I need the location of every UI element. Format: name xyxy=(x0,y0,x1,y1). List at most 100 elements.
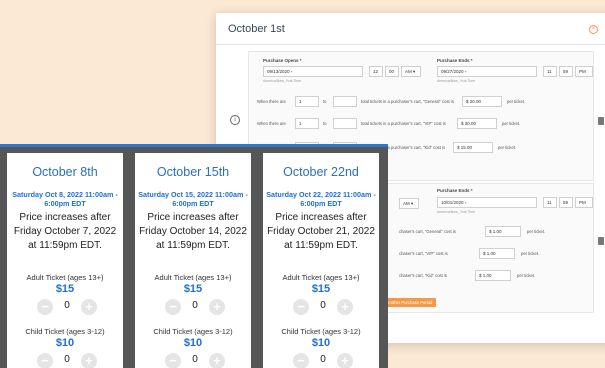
purchase-ends-date-input[interactable]: 09/27/2020 ▫ xyxy=(437,66,537,77)
adult-quantity-value: 0 xyxy=(320,300,326,311)
rule-to-word: to xyxy=(323,121,327,126)
adult-ticket-label: Adult Ticket (ages 13+) xyxy=(26,273,104,282)
price-increase-note: Price increases after Friday October 14,… xyxy=(139,212,247,251)
purchase-ends-ampm-select[interactable]: PM xyxy=(575,66,593,77)
price-increase-note: Price increases after Friday October 7, … xyxy=(13,212,117,251)
plus-icon[interactable]: + xyxy=(81,353,97,368)
plus-icon[interactable]: + xyxy=(337,353,353,368)
rule-suffix: per ticket. xyxy=(502,121,521,126)
event-card: October 22nd Saturday Oct 22, 2022 11:00… xyxy=(263,153,379,368)
purchase-ends-ampm-select[interactable]: PM xyxy=(575,197,593,208)
ampm-value: AM xyxy=(403,201,410,206)
plus-icon[interactable]: + xyxy=(209,353,225,368)
minus-icon[interactable]: − xyxy=(293,299,309,315)
rule-from-input[interactable]: 1 xyxy=(295,118,319,129)
event-date: Saturday Oct 15, 2022 11:00am - 6:00pm E… xyxy=(138,190,248,208)
purchase-ends-date-value: 10/01/2020 xyxy=(441,200,464,205)
purchase-ends-hour-input[interactable]: 11 xyxy=(543,66,557,77)
child-ticket-label: Child Ticket (ages 3-12) xyxy=(153,327,233,336)
rule-currency: $ xyxy=(479,273,482,278)
purchase-opens-minute-input[interactable]: 00 xyxy=(385,66,399,77)
plus-icon[interactable]: + xyxy=(209,299,225,315)
rule-price-value: 15.00 xyxy=(460,145,473,150)
price-rule-row: When there are 1 to total tickets in a p… xyxy=(257,118,587,129)
rule-suffix: per ticket. xyxy=(517,273,536,278)
timezone-note: America/New_York Time xyxy=(263,79,302,83)
rule-price-input[interactable]: $ 20.00 xyxy=(462,96,502,107)
purchase-opens-ampm-select[interactable]: AM ▾ xyxy=(401,66,421,77)
ampm-value: AM xyxy=(405,69,412,74)
purchase-opens-label: Purchase Opens * xyxy=(263,58,302,63)
child-quantity-value: 0 xyxy=(64,354,70,365)
event-date: Saturday Oct 8, 2022 11:00am - 6:00pm ED… xyxy=(12,190,118,208)
rule-description: total tickets in a purchaser's cart, "VI… xyxy=(361,121,446,126)
plus-icon[interactable]: + xyxy=(337,299,353,315)
child-ticket-price: $10 xyxy=(183,337,203,349)
minus-icon[interactable]: − xyxy=(37,353,53,368)
event-title: October 22nd xyxy=(283,165,359,179)
rule-description: total tickets in a purchaser's cart, "Ge… xyxy=(361,99,454,104)
calendar-icon: ▫ xyxy=(464,200,467,205)
purchase-opens-date-input[interactable]: 09/13/2020 ▫ xyxy=(263,66,363,77)
ampm-value: PM xyxy=(579,200,586,205)
purchase-opens-date-value: 09/13/2020 xyxy=(267,69,290,74)
plus-icon[interactable]: + xyxy=(81,299,97,315)
purchase-opens-hour-input[interactable]: 12 xyxy=(369,66,383,77)
ampm-value: PM xyxy=(579,69,586,74)
rule-currency: $ xyxy=(466,99,469,104)
admin-header: October 1st × xyxy=(216,13,605,45)
purchase-ends-date-input[interactable]: 10/01/2020 ▫ xyxy=(437,197,537,208)
rule-suffix: per ticket. xyxy=(521,251,540,256)
rule-to-input[interactable] xyxy=(333,96,357,107)
rule-price-input[interactable]: $ 30.00 xyxy=(457,118,497,129)
rule-description: chaser's cart, "VIP" cost is xyxy=(399,251,448,256)
rule-price-input[interactable]: $ 1.00 xyxy=(479,248,515,259)
minus-icon[interactable]: − xyxy=(293,353,309,368)
minus-icon[interactable]: − xyxy=(37,299,53,315)
child-ticket-label: Child Ticket (ages 3-12) xyxy=(25,327,105,336)
info-icon[interactable]: i xyxy=(230,115,240,125)
rule-prefix: When there are xyxy=(257,99,286,104)
purchase-ends-date-value: 09/27/2020 xyxy=(441,69,464,74)
adult-ticket-price: $15 xyxy=(183,283,203,295)
rule-suffix: per ticket. xyxy=(498,145,517,150)
rule-price-value: 1.00 xyxy=(492,229,502,234)
child-ticket-price: $10 xyxy=(55,337,75,349)
minus-icon[interactable]: − xyxy=(165,353,181,368)
purchase-ends-minute-input[interactable]: 59 xyxy=(559,66,573,77)
rule-price-value: 20.00 xyxy=(469,99,482,104)
event-date: Saturday Oct 22, 2022 11:00am - 6:00pm E… xyxy=(266,190,376,208)
minus-icon[interactable]: − xyxy=(165,299,181,315)
rule-price-input[interactable]: $ 1.00 xyxy=(475,270,511,281)
price-increase-note: Price increases after Friday October 21,… xyxy=(267,212,375,251)
rule-price-input[interactable]: $ 15.00 xyxy=(453,142,493,153)
price-rule-row: When there are 1 to total tickets in a p… xyxy=(257,96,587,107)
rule-currency: $ xyxy=(483,251,486,256)
rule-suffix: per ticket. xyxy=(527,229,546,234)
rule-currency: $ xyxy=(461,121,464,126)
close-icon[interactable]: × xyxy=(589,25,598,34)
calendar-icon: ▫ xyxy=(464,69,467,74)
trash-icon[interactable] xyxy=(598,117,604,125)
purchase-ends-label: Purchase Ends * xyxy=(437,188,473,193)
adult-quantity-value: 0 xyxy=(64,300,70,311)
adult-ticket-price: $15 xyxy=(55,283,75,295)
purchase-ends-hour-input[interactable]: 11 xyxy=(543,197,557,208)
price-rule-row: chaser's cart, "Kid" cost is $ 1.00 per … xyxy=(399,270,589,281)
rule-from-input[interactable]: 1 xyxy=(295,96,319,107)
child-quantity-value: 0 xyxy=(320,354,326,365)
trash-icon[interactable] xyxy=(598,237,604,245)
calendar-icon: ▫ xyxy=(290,69,293,74)
event-card: October 15th Saturday Oct 15, 2022 11:00… xyxy=(135,153,251,368)
adult-quantity-value: 0 xyxy=(192,300,198,311)
rule-prefix: When there are xyxy=(257,121,286,126)
child-quantity-stepper: − 0 + xyxy=(7,351,123,368)
adult-quantity-stepper: − 0 + xyxy=(135,297,251,317)
rule-to-input[interactable] xyxy=(333,118,357,129)
ticket-cards-panel: October 8th Saturday Oct 8, 2022 11:00am… xyxy=(0,144,388,368)
purchase-opens-ampm-select[interactable]: AM ▾ xyxy=(399,198,419,209)
adult-ticket-price: $15 xyxy=(311,283,331,295)
rule-price-input[interactable]: $ 1.00 xyxy=(485,226,521,237)
child-quantity-value: 0 xyxy=(192,354,198,365)
purchase-ends-minute-input[interactable]: 59 xyxy=(559,197,573,208)
